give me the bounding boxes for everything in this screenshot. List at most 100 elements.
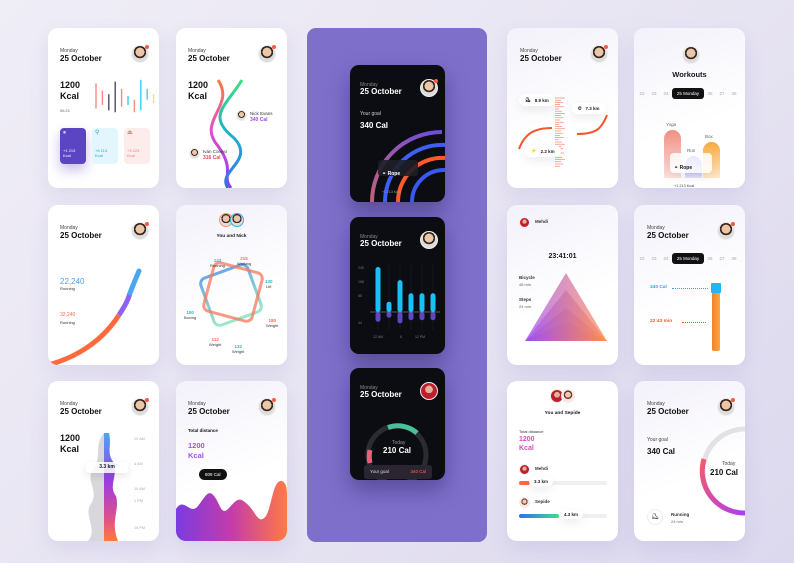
person-name: Mehdi <box>535 466 548 471</box>
bar-body <box>712 293 720 351</box>
radar-metric: 215 Walking <box>237 256 251 266</box>
avatar-ivan[interactable] <box>189 148 200 159</box>
distance-badge[interactable]: 3.3 km <box>86 462 128 473</box>
day-item[interactable]: 27 <box>716 256 728 261</box>
shoe-icon: ⛸ <box>525 97 531 102</box>
metric-label: Boxing <box>184 315 197 320</box>
timer-card[interactable]: Mehdi 23:41:01 Bicycle 48 min Steps 24 m… <box>507 205 618 365</box>
shoe-icon: ⛸ <box>651 514 659 520</box>
x-tick-label: 12 AM <box>373 335 383 339</box>
kcal-value: 1200 Kcal <box>60 80 81 101</box>
metric-label: Weight <box>266 323 279 328</box>
comparison-card[interactable]: You and Nick 143 Running 215 Walking 130 Lift… <box>176 205 287 365</box>
activity-time: 24 min <box>671 519 684 524</box>
radar-metric: 112 Weight <box>209 337 221 347</box>
progress-fill <box>519 514 559 518</box>
day-item[interactable]: 22 <box>636 91 648 96</box>
bar-positive <box>430 293 436 312</box>
bar-positive <box>397 280 403 312</box>
distance-chip[interactable]: ⚡ 2.2 km <box>525 145 561 157</box>
metric-label: Running <box>210 263 225 268</box>
day-item[interactable]: 24 <box>660 256 672 261</box>
workouts-card[interactable]: Workouts 22 23 24 25 Monday 26 27 28 Yoga Run Bo… <box>634 28 745 188</box>
goal-ring-card[interactable]: Monday 25 October Your goal 340 Cal Toda… <box>634 381 745 541</box>
distance-value: 2.2 km <box>540 148 555 154</box>
day-selected[interactable]: 25 Monday <box>672 253 704 264</box>
activity-bars-card[interactable]: Monday 25 October 240 168 85 44 12 AM 6 12 PM <box>350 217 445 354</box>
distance-chip[interactable]: ⏱ 7.3 km <box>572 103 606 114</box>
avatar-nick[interactable] <box>236 110 247 121</box>
total-distance-card[interactable]: Monday 25 October Total distance 1200 Kca… <box>176 381 287 541</box>
goal-label: Your goal <box>370 469 389 474</box>
calories-card[interactable]: Monday 25 October 1200 Kcal 06:21 ⏸ +1 213… <box>48 28 159 188</box>
run-icon: ⚡ <box>531 148 537 153</box>
distance-stream-card[interactable]: Monday 25 October 1200 Kcal 3.3 km 12 AM 4… <box>48 381 159 541</box>
workout-tooltip[interactable]: ⚭ Rope +1 213 Kcal <box>670 153 712 188</box>
time-label: 06:21 <box>60 108 71 113</box>
kcal-value: 1200 Kcal <box>519 436 535 452</box>
square-orange <box>202 261 264 323</box>
day-item[interactable]: 24 <box>660 91 672 96</box>
avatar[interactable] <box>682 46 700 64</box>
bar-negative <box>375 312 381 322</box>
activity-tile[interactable]: ⏏ +3 223 Kcal <box>124 128 150 164</box>
person-name: Sepide <box>535 499 550 504</box>
avatar-sepide[interactable] <box>561 389 575 403</box>
bar-positive <box>386 301 392 312</box>
activity-value: +1 213 Kcal <box>382 190 401 194</box>
daily-bar-card[interactable]: Monday 25 October 22 23 24 25 Monday 26 27 28 … <box>634 205 745 365</box>
arc-blue <box>127 268 142 296</box>
avatar[interactable] <box>131 45 149 63</box>
avatar-sepide[interactable] <box>519 497 530 508</box>
distance-card[interactable]: Monday 25 October ⛸ 8.9 km ⏱ 7.3 km ⚡ 2.2 k… <box>507 28 618 188</box>
avatar[interactable] <box>258 45 276 63</box>
treadmill-icon: ⏏ <box>127 130 133 136</box>
wave-area <box>176 480 287 541</box>
day-item[interactable]: 23 <box>648 91 660 96</box>
activity-tile[interactable]: ⏸ +1 213 Kcal <box>60 128 86 164</box>
activity-tile[interactable]: ⚲ +6 113 Kcal <box>92 128 118 164</box>
cal-value: 340 Cal <box>650 285 667 290</box>
day-selected[interactable]: 25 Monday <box>672 88 704 99</box>
running-arc <box>48 268 142 365</box>
distance-chip[interactable]: ⛸ 8.9 km <box>519 94 555 106</box>
timer-icon: ⏱ <box>578 106 582 111</box>
bar-negative <box>386 312 392 318</box>
day-item[interactable]: 26 <box>704 91 716 96</box>
distance-comparison-card[interactable]: You and Sepide Total distance 1200 Kcal M… <box>507 381 618 541</box>
date-label: 25 October <box>188 54 230 63</box>
person-name: Ivan Conejo <box>203 149 228 154</box>
date-label: 25 October <box>647 231 689 240</box>
avatar-mehdi[interactable] <box>519 464 530 475</box>
tile-unit: Kcal <box>63 153 71 158</box>
day-item[interactable]: 28 <box>728 256 740 261</box>
workout-label: Box <box>705 134 713 139</box>
today-gauge-card[interactable]: Monday 25 October Today 210 Cal Your goa… <box>350 368 445 480</box>
day-item[interactable]: 26 <box>704 256 716 261</box>
kettlebell-icon: ⚲ <box>95 130 100 136</box>
workout-label: Yoga <box>666 122 677 127</box>
day-item[interactable]: 28 <box>728 91 740 96</box>
bar-positive <box>375 267 381 312</box>
today-value: 210 Cal <box>383 446 412 455</box>
time-tick-label: 1 PM <box>134 499 143 503</box>
day-item[interactable]: 27 <box>716 91 728 96</box>
arc-purple <box>116 292 133 317</box>
activity-chip[interactable]: ⚭ Rope +1 213 Kcal <box>378 160 418 194</box>
goal-value: 340 Cal <box>410 469 426 474</box>
today-label: Today <box>722 461 736 467</box>
goal-rings-card[interactable]: Monday 25 October Your goal 340 Cal ⚭ Ro… <box>350 65 445 202</box>
radar-metric: 100 Boxing <box>184 310 196 320</box>
radar-metric: 132 Weight <box>232 344 244 354</box>
min-dotted-line <box>682 322 706 323</box>
radar-metric: 143 Running <box>210 258 225 268</box>
avatar[interactable] <box>717 222 735 240</box>
progress-chip: 3.3 km <box>529 477 554 486</box>
day-item[interactable]: 22 <box>636 256 648 261</box>
running-card[interactable]: Monday 25 October 22,240 Running 32,240 … <box>48 205 159 365</box>
friends-calories-card[interactable]: Monday 25 October 1200 Kcal Nick Evans 34… <box>176 28 287 188</box>
x-tick-label: 6 <box>400 335 402 339</box>
day-selector: 22 23 24 25 Monday 26 27 28 <box>636 253 740 264</box>
day-item[interactable]: 23 <box>648 256 660 261</box>
today-gauge <box>365 423 429 480</box>
